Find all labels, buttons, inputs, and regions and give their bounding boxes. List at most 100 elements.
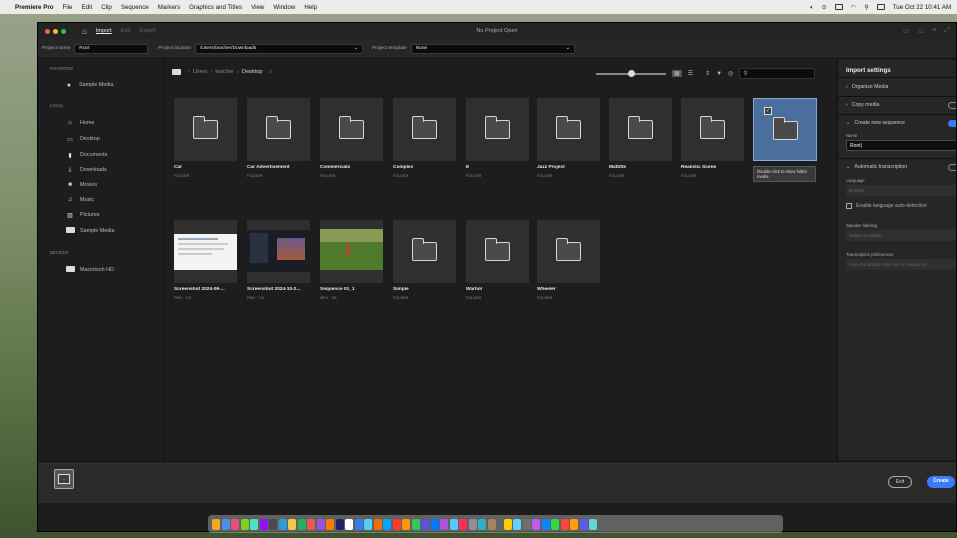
menu-help[interactable]: Help <box>304 4 317 11</box>
grid-view-icon[interactable]: ▦ <box>672 70 682 77</box>
home-icon[interactable]: ⌂ <box>82 27 87 36</box>
search-input[interactable]: ⚲ <box>739 68 816 79</box>
sidebar-item-favorite-sample-media[interactable]: ★ Sample Media <box>64 80 113 90</box>
tile-wheeler[interactable] <box>537 220 600 283</box>
dock-app-icon[interactable] <box>459 518 467 530</box>
thumbnail-size-slider[interactable] <box>596 69 666 77</box>
dock-app-icon[interactable] <box>402 518 410 530</box>
menu-graphics[interactable]: Graphics and Titles <box>189 4 242 11</box>
workspace-icon[interactable]: ▭ <box>903 27 910 35</box>
dock-app-icon[interactable] <box>316 518 325 530</box>
dock-app-icon[interactable] <box>532 518 540 530</box>
dock-app-icon[interactable] <box>288 518 296 530</box>
transcription-preferences-select[interactable]: Auto-transcribe only clips in sequence <box>846 259 956 270</box>
menu-markers[interactable]: Markers <box>158 4 180 11</box>
dock-app-icon[interactable] <box>307 518 315 530</box>
tile-warhol[interactable] <box>466 220 529 283</box>
dock-app-icon[interactable] <box>345 518 353 530</box>
dock-app-icon[interactable] <box>579 518 588 530</box>
dock-app-icon[interactable] <box>541 518 550 530</box>
favorite-star-icon[interactable]: ☆ <box>268 69 273 75</box>
dock-app-icon[interactable] <box>560 518 569 530</box>
sidebar-item-macintosh-hd[interactable]: Macintosh HD <box>65 265 114 275</box>
selected-items-tray[interactable]: 1 <box>54 469 74 489</box>
close-window-button[interactable] <box>45 28 50 34</box>
checkbox[interactable] <box>846 203 852 209</box>
minimize-window-button[interactable] <box>53 28 58 34</box>
tile-jazz-project[interactable] <box>537 98 600 161</box>
sidebar-item-movies[interactable]: ■ Movies <box>65 180 97 190</box>
menu-file[interactable]: File <box>63 4 73 11</box>
organize-media-row[interactable]: › Organize Media <box>846 84 956 90</box>
sidebar-item-desktop[interactable]: ▭ Desktop <box>65 134 100 144</box>
sidebar-item-pictures[interactable]: ▨ Pictures <box>65 210 99 220</box>
tile-screenshot-2[interactable] <box>247 220 310 283</box>
dock-app-icon[interactable] <box>411 518 420 530</box>
spotlight-icon[interactable]: ⚲ <box>864 4 869 11</box>
fullscreen-icon[interactable]: ⤢ <box>944 27 950 35</box>
dock-app-icon[interactable] <box>468 518 477 530</box>
list-view-icon[interactable]: ☰ <box>688 70 693 77</box>
dock-app-icon[interactable] <box>364 518 372 530</box>
project-name-field[interactable]: Root <box>74 43 149 54</box>
dock-app-icon[interactable] <box>373 518 382 530</box>
speaker-labeling-select[interactable]: Select an option <box>846 230 956 241</box>
dock-app-icon[interactable] <box>221 518 230 530</box>
tile-commercials[interactable] <box>320 98 383 161</box>
dock-app-icon[interactable] <box>269 518 277 530</box>
dock-app-icon[interactable] <box>522 518 531 530</box>
status-window-icon[interactable] <box>834 4 843 10</box>
tile-simple[interactable] <box>393 220 456 283</box>
menu-edit[interactable]: Edit <box>82 4 93 11</box>
dock-app-icon[interactable] <box>335 518 344 530</box>
dock-app-icon[interactable] <box>551 518 559 530</box>
dock-app-icon[interactable] <box>240 518 249 530</box>
tile-car[interactable] <box>174 98 237 161</box>
breadcrumb-desktop[interactable]: Desktop <box>242 69 263 75</box>
tile-e[interactable] <box>466 98 529 161</box>
tile-selected-folder[interactable]: ✓ <box>753 98 817 161</box>
tab-export[interactable]: Export <box>139 28 155 34</box>
menu-sequence[interactable]: Sequence <box>121 4 149 11</box>
tile-mattitte[interactable] <box>609 98 672 161</box>
project-location-field[interactable]: /Users/teacher/Downloads ⌄ <box>195 43 364 54</box>
menu-clip[interactable]: Clip <box>101 4 112 11</box>
dock-app-icon[interactable] <box>326 518 334 530</box>
tile-complex[interactable] <box>393 98 456 161</box>
menu-window[interactable]: Window <box>273 4 295 11</box>
sidebar-item-home[interactable]: ⌂ Home <box>65 118 94 128</box>
dock-app-icon[interactable] <box>440 518 448 530</box>
dock-app-icon[interactable] <box>570 518 578 530</box>
devices-header[interactable]: DEVICES <box>50 250 68 255</box>
filter-icon[interactable]: ▼ <box>716 71 722 77</box>
breadcrumb-teacher[interactable]: teacher <box>215 69 234 75</box>
sidebar-item-sample-media[interactable]: Sample Media <box>65 226 114 236</box>
dock-app-icon[interactable] <box>383 518 391 530</box>
dock-app-icon[interactable] <box>354 518 363 530</box>
dock-app-icon[interactable] <box>297 518 306 530</box>
local-header[interactable]: LOCAL <box>50 103 64 108</box>
favorites-header[interactable]: FAVORITES <box>50 66 73 71</box>
view-options-icon[interactable]: ◎ <box>728 70 733 77</box>
dock-app-icon[interactable] <box>478 518 486 530</box>
folder-icon[interactable] <box>172 69 181 75</box>
dock-app-icon[interactable] <box>513 518 521 530</box>
create-sequence-row[interactable]: ⌄ Create new sequence <box>846 119 956 127</box>
dock-app-icon[interactable] <box>392 518 401 530</box>
dock-app-icon[interactable] <box>250 518 258 530</box>
sidebar-item-music[interactable]: ♫ Music <box>65 195 94 205</box>
panel-menu-icon[interactable]: ≡ <box>932 27 936 35</box>
menu-view[interactable]: View <box>251 4 264 11</box>
dock-app-icon[interactable] <box>231 518 239 530</box>
sidebar-item-documents[interactable]: ▮ Documents <box>65 150 107 160</box>
dock-app-icon[interactable] <box>449 518 458 530</box>
dock-app-icon[interactable] <box>430 518 439 530</box>
sidebar-item-downloads[interactable]: ⤓ Downloads <box>65 165 107 175</box>
breadcrumb-users[interactable]: Users <box>193 69 208 75</box>
dock-app-icon[interactable] <box>487 518 496 530</box>
create-sequence-toggle[interactable] <box>948 119 956 127</box>
copy-media-toggle[interactable] <box>948 101 956 109</box>
status-app-icon[interactable]: ◐ <box>810 4 814 11</box>
tile-realistic-scene[interactable] <box>681 98 744 161</box>
dock-app-icon[interactable] <box>503 518 512 530</box>
